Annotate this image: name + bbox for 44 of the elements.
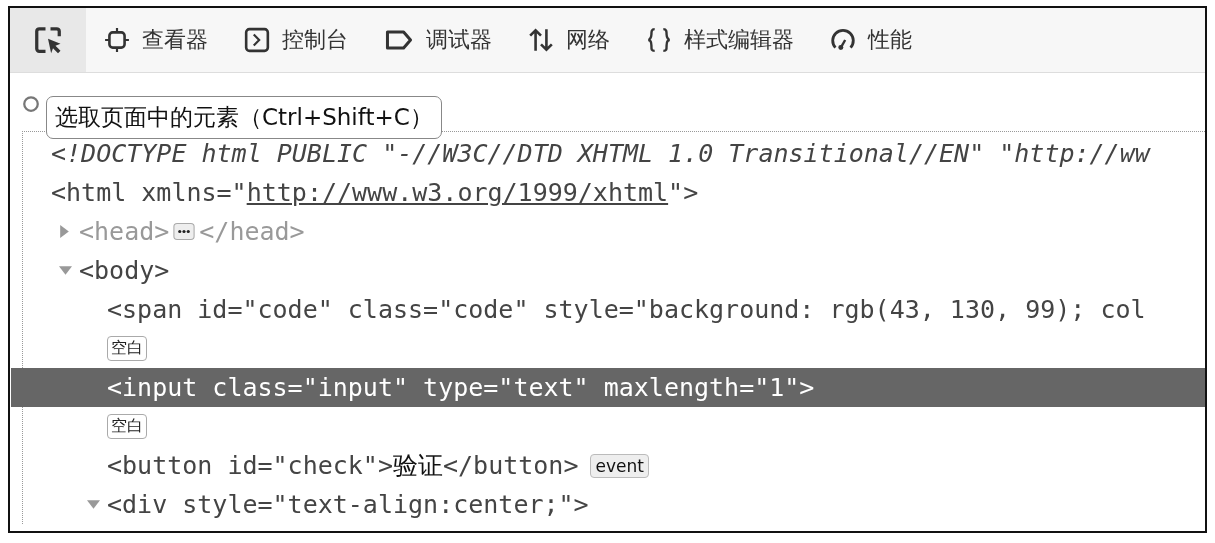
tag-text: ">	[668, 178, 699, 207]
gauge-icon	[830, 27, 856, 53]
selected-tree-row[interactable]: <input class="input" type="text" maxlength="1">	[11, 368, 1205, 407]
braces-icon	[646, 27, 672, 53]
devtools-tab[interactable]: 控制台	[226, 8, 366, 72]
tag-text: <div style="text-align:center;">	[107, 490, 589, 519]
tree-row[interactable]: <div style="text-align:center;">	[11, 485, 1205, 524]
ellipsis-icon[interactable]	[173, 223, 196, 240]
element-picker-button[interactable]	[10, 8, 86, 72]
tooltip: 选取页面中的元素（Ctrl+Shift+C）	[46, 96, 442, 139]
inspector-icon	[104, 27, 130, 53]
tree-row[interactable]: 空白	[11, 329, 1205, 368]
devtools-tab[interactable]: 样式编辑器	[628, 8, 812, 72]
collapsed-arrow-icon[interactable]	[59, 225, 70, 238]
cursor-select-icon	[33, 25, 63, 55]
doctype-text: <!DOCTYPE html PUBLIC "-//W3C//DTD XHTML 1.0 Transitional//EN" "http://ww	[51, 139, 1150, 168]
tag-text: <input class="input" type="text" maxlength="1">	[107, 373, 815, 402]
tree-row[interactable]: <button id="check">验证</button> event	[11, 446, 1205, 485]
tree-row[interactable]: <span id="code" class="code" style="background: rgb(43, 130, 99); col	[11, 290, 1205, 329]
whitespace-badge: 空白	[107, 414, 147, 439]
tag-text: </head>	[199, 217, 305, 246]
devtools-tab[interactable]: 性能	[812, 8, 930, 72]
tag-text: <button id="check">	[107, 451, 393, 480]
tag-text: <head>	[79, 217, 170, 246]
up-down-arrows-icon	[528, 27, 554, 53]
event-badge[interactable]: event	[590, 453, 649, 478]
tag-text: </button>	[443, 451, 579, 480]
tree-row[interactable]: 空白	[11, 407, 1205, 446]
tag-text: <html xmlns="	[51, 178, 247, 207]
namespace-link[interactable]: http://www.w3.org/1999/xhtml	[246, 178, 669, 207]
devtools-tab[interactable]: 调试器	[366, 8, 510, 72]
tag-text: <body>	[79, 256, 170, 285]
tree-row[interactable]: <html xmlns="http://www.w3.org/1999/xhtml">	[11, 173, 1205, 212]
element-content: 验证	[393, 450, 443, 482]
search-icon	[22, 95, 40, 113]
tag-text: <span id="code" class="code" style="background: rgb(43, 130, 99); col	[107, 295, 1146, 324]
devtools-tab[interactable]: 查看器	[86, 8, 226, 72]
devtools-tab[interactable]: 网络	[510, 8, 628, 72]
tree-row[interactable]: <body>	[11, 251, 1205, 290]
console-icon	[244, 27, 270, 53]
whitespace-badge: 空白	[107, 336, 147, 361]
expanded-arrow-icon[interactable]	[59, 265, 72, 276]
tag-shape-icon	[384, 28, 414, 52]
expanded-arrow-icon[interactable]	[87, 499, 100, 510]
